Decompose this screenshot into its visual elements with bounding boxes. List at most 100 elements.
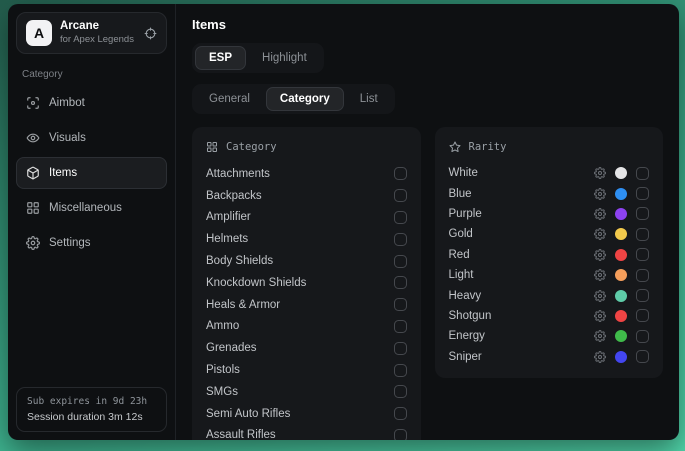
tab-general[interactable]: General	[195, 87, 264, 111]
sidebar-item-settings[interactable]: Settings	[16, 227, 167, 259]
sidebar-item-aimbot[interactable]: Aimbot	[16, 87, 167, 119]
color-swatch[interactable]	[615, 310, 627, 322]
rarity-row-heavy: Heavy	[449, 285, 650, 305]
category-panel-header: Category	[206, 141, 407, 153]
rarity-list: WhiteBluePurpleGoldRedLightHeavyShotgunE…	[449, 163, 650, 367]
color-swatch[interactable]	[615, 330, 627, 342]
gear-icon[interactable]	[594, 188, 606, 200]
sidebar-item-visuals[interactable]: Visuals	[16, 122, 167, 154]
box-icon	[26, 166, 40, 180]
color-swatch[interactable]	[615, 269, 627, 281]
category-item-checkbox[interactable]	[394, 255, 407, 268]
rarity-item-checkbox[interactable]	[636, 187, 649, 200]
color-swatch[interactable]	[615, 167, 627, 179]
gear-icon[interactable]	[594, 351, 606, 363]
grid-icon	[26, 201, 40, 215]
category-item-checkbox[interactable]	[394, 429, 407, 440]
rarity-item-label: Heavy	[449, 290, 482, 302]
rarity-item-checkbox[interactable]	[636, 248, 649, 261]
sidebar-item-miscellaneous[interactable]: Miscellaneous	[16, 192, 167, 224]
crosshair-target-icon[interactable]	[144, 27, 157, 40]
category-row-heals-armor: Heals & Armor	[206, 294, 407, 316]
gear-icon[interactable]	[594, 228, 606, 240]
gear-icon[interactable]	[594, 167, 606, 179]
rarity-item-label: Red	[449, 249, 470, 261]
rarity-item-checkbox[interactable]	[636, 228, 649, 241]
rarity-row-controls	[594, 309, 649, 322]
tab-esp[interactable]: ESP	[195, 46, 246, 70]
eye-icon	[26, 131, 40, 145]
category-row-pistols: Pistols	[206, 359, 407, 381]
category-item-checkbox[interactable]	[394, 298, 407, 311]
brand-text: Arcane for Apex Legends	[60, 20, 134, 46]
app-logo: A	[26, 20, 52, 46]
category-item-label: Backpacks	[206, 190, 262, 202]
category-item-checkbox[interactable]	[394, 233, 407, 246]
rarity-row-controls	[594, 330, 649, 343]
category-row-smgs: SMGs	[206, 381, 407, 403]
category-row-semi-auto-rifles: Semi Auto Rifles	[206, 403, 407, 425]
sidebar-item-label: Miscellaneous	[49, 202, 122, 214]
rarity-row-light: Light	[449, 265, 650, 285]
gear-icon[interactable]	[594, 290, 606, 302]
category-item-checkbox[interactable]	[394, 276, 407, 289]
gear-icon[interactable]	[594, 269, 606, 281]
color-swatch[interactable]	[615, 249, 627, 261]
rarity-item-label: Energy	[449, 330, 485, 342]
rarity-item-label: Shotgun	[449, 310, 492, 322]
rarity-row-controls	[594, 167, 649, 180]
rarity-item-checkbox[interactable]	[636, 167, 649, 180]
color-swatch[interactable]	[615, 208, 627, 220]
color-swatch[interactable]	[615, 188, 627, 200]
panels-row: Category AttachmentsBackpacksAmplifierHe…	[192, 127, 663, 440]
rarity-item-checkbox[interactable]	[636, 309, 649, 322]
rarity-item-checkbox[interactable]	[636, 269, 649, 282]
category-row-knockdown-shields: Knockdown Shields	[206, 272, 407, 294]
category-item-checkbox[interactable]	[394, 211, 407, 224]
tab-category[interactable]: Category	[266, 87, 344, 111]
category-item-label: Amplifier	[206, 211, 251, 223]
gear-icon[interactable]	[594, 249, 606, 261]
app-window: A Arcane for Apex Legends Category Aimbo…	[8, 4, 679, 440]
category-item-label: Grenades	[206, 342, 257, 354]
gear-icon[interactable]	[594, 310, 606, 322]
rarity-panel-title: Rarity	[469, 141, 507, 153]
color-swatch[interactable]	[615, 290, 627, 302]
rarity-item-label: Light	[449, 269, 474, 281]
color-swatch[interactable]	[615, 228, 627, 240]
rarity-row-controls	[594, 350, 649, 363]
category-item-checkbox[interactable]	[394, 167, 407, 180]
rarity-item-checkbox[interactable]	[636, 330, 649, 343]
rarity-row-shotgun: Shotgun	[449, 306, 650, 326]
rarity-item-checkbox[interactable]	[636, 350, 649, 363]
color-swatch[interactable]	[615, 351, 627, 363]
sidebar-item-items[interactable]: Items	[16, 157, 167, 189]
rarity-row-sniper: Sniper	[449, 347, 650, 367]
rarity-row-controls	[594, 248, 649, 261]
gear-icon[interactable]	[594, 208, 606, 220]
sidebar-nav: Aimbot Visuals Items Miscellaneous Settings	[16, 87, 167, 262]
category-item-checkbox[interactable]	[394, 364, 407, 377]
category-item-checkbox[interactable]	[394, 320, 407, 333]
rarity-panel-header: Rarity	[449, 141, 650, 153]
sidebar-item-label: Visuals	[49, 132, 86, 144]
rarity-row-red: Red	[449, 245, 650, 265]
category-item-checkbox[interactable]	[394, 407, 407, 420]
category-item-label: Helmets	[206, 233, 248, 245]
tab-list[interactable]: List	[346, 87, 392, 111]
rarity-item-checkbox[interactable]	[636, 207, 649, 220]
main-content: Items ESPHighlight GeneralCategoryList C…	[176, 4, 679, 440]
tab-highlight[interactable]: Highlight	[248, 46, 321, 70]
rarity-row-controls	[594, 228, 649, 241]
rarity-item-checkbox[interactable]	[636, 289, 649, 302]
category-item-checkbox[interactable]	[394, 189, 407, 202]
session-duration-text: Session duration 3m 12s	[27, 411, 156, 423]
rarity-item-label: White	[449, 167, 478, 179]
gear-icon[interactable]	[594, 330, 606, 342]
view-tab-row: GeneralCategoryList	[192, 84, 663, 114]
rarity-item-label: Blue	[449, 188, 472, 200]
category-item-checkbox[interactable]	[394, 385, 407, 398]
brand-card: A Arcane for Apex Legends	[16, 12, 167, 54]
category-item-checkbox[interactable]	[394, 342, 407, 355]
category-panel-title: Category	[226, 141, 277, 153]
